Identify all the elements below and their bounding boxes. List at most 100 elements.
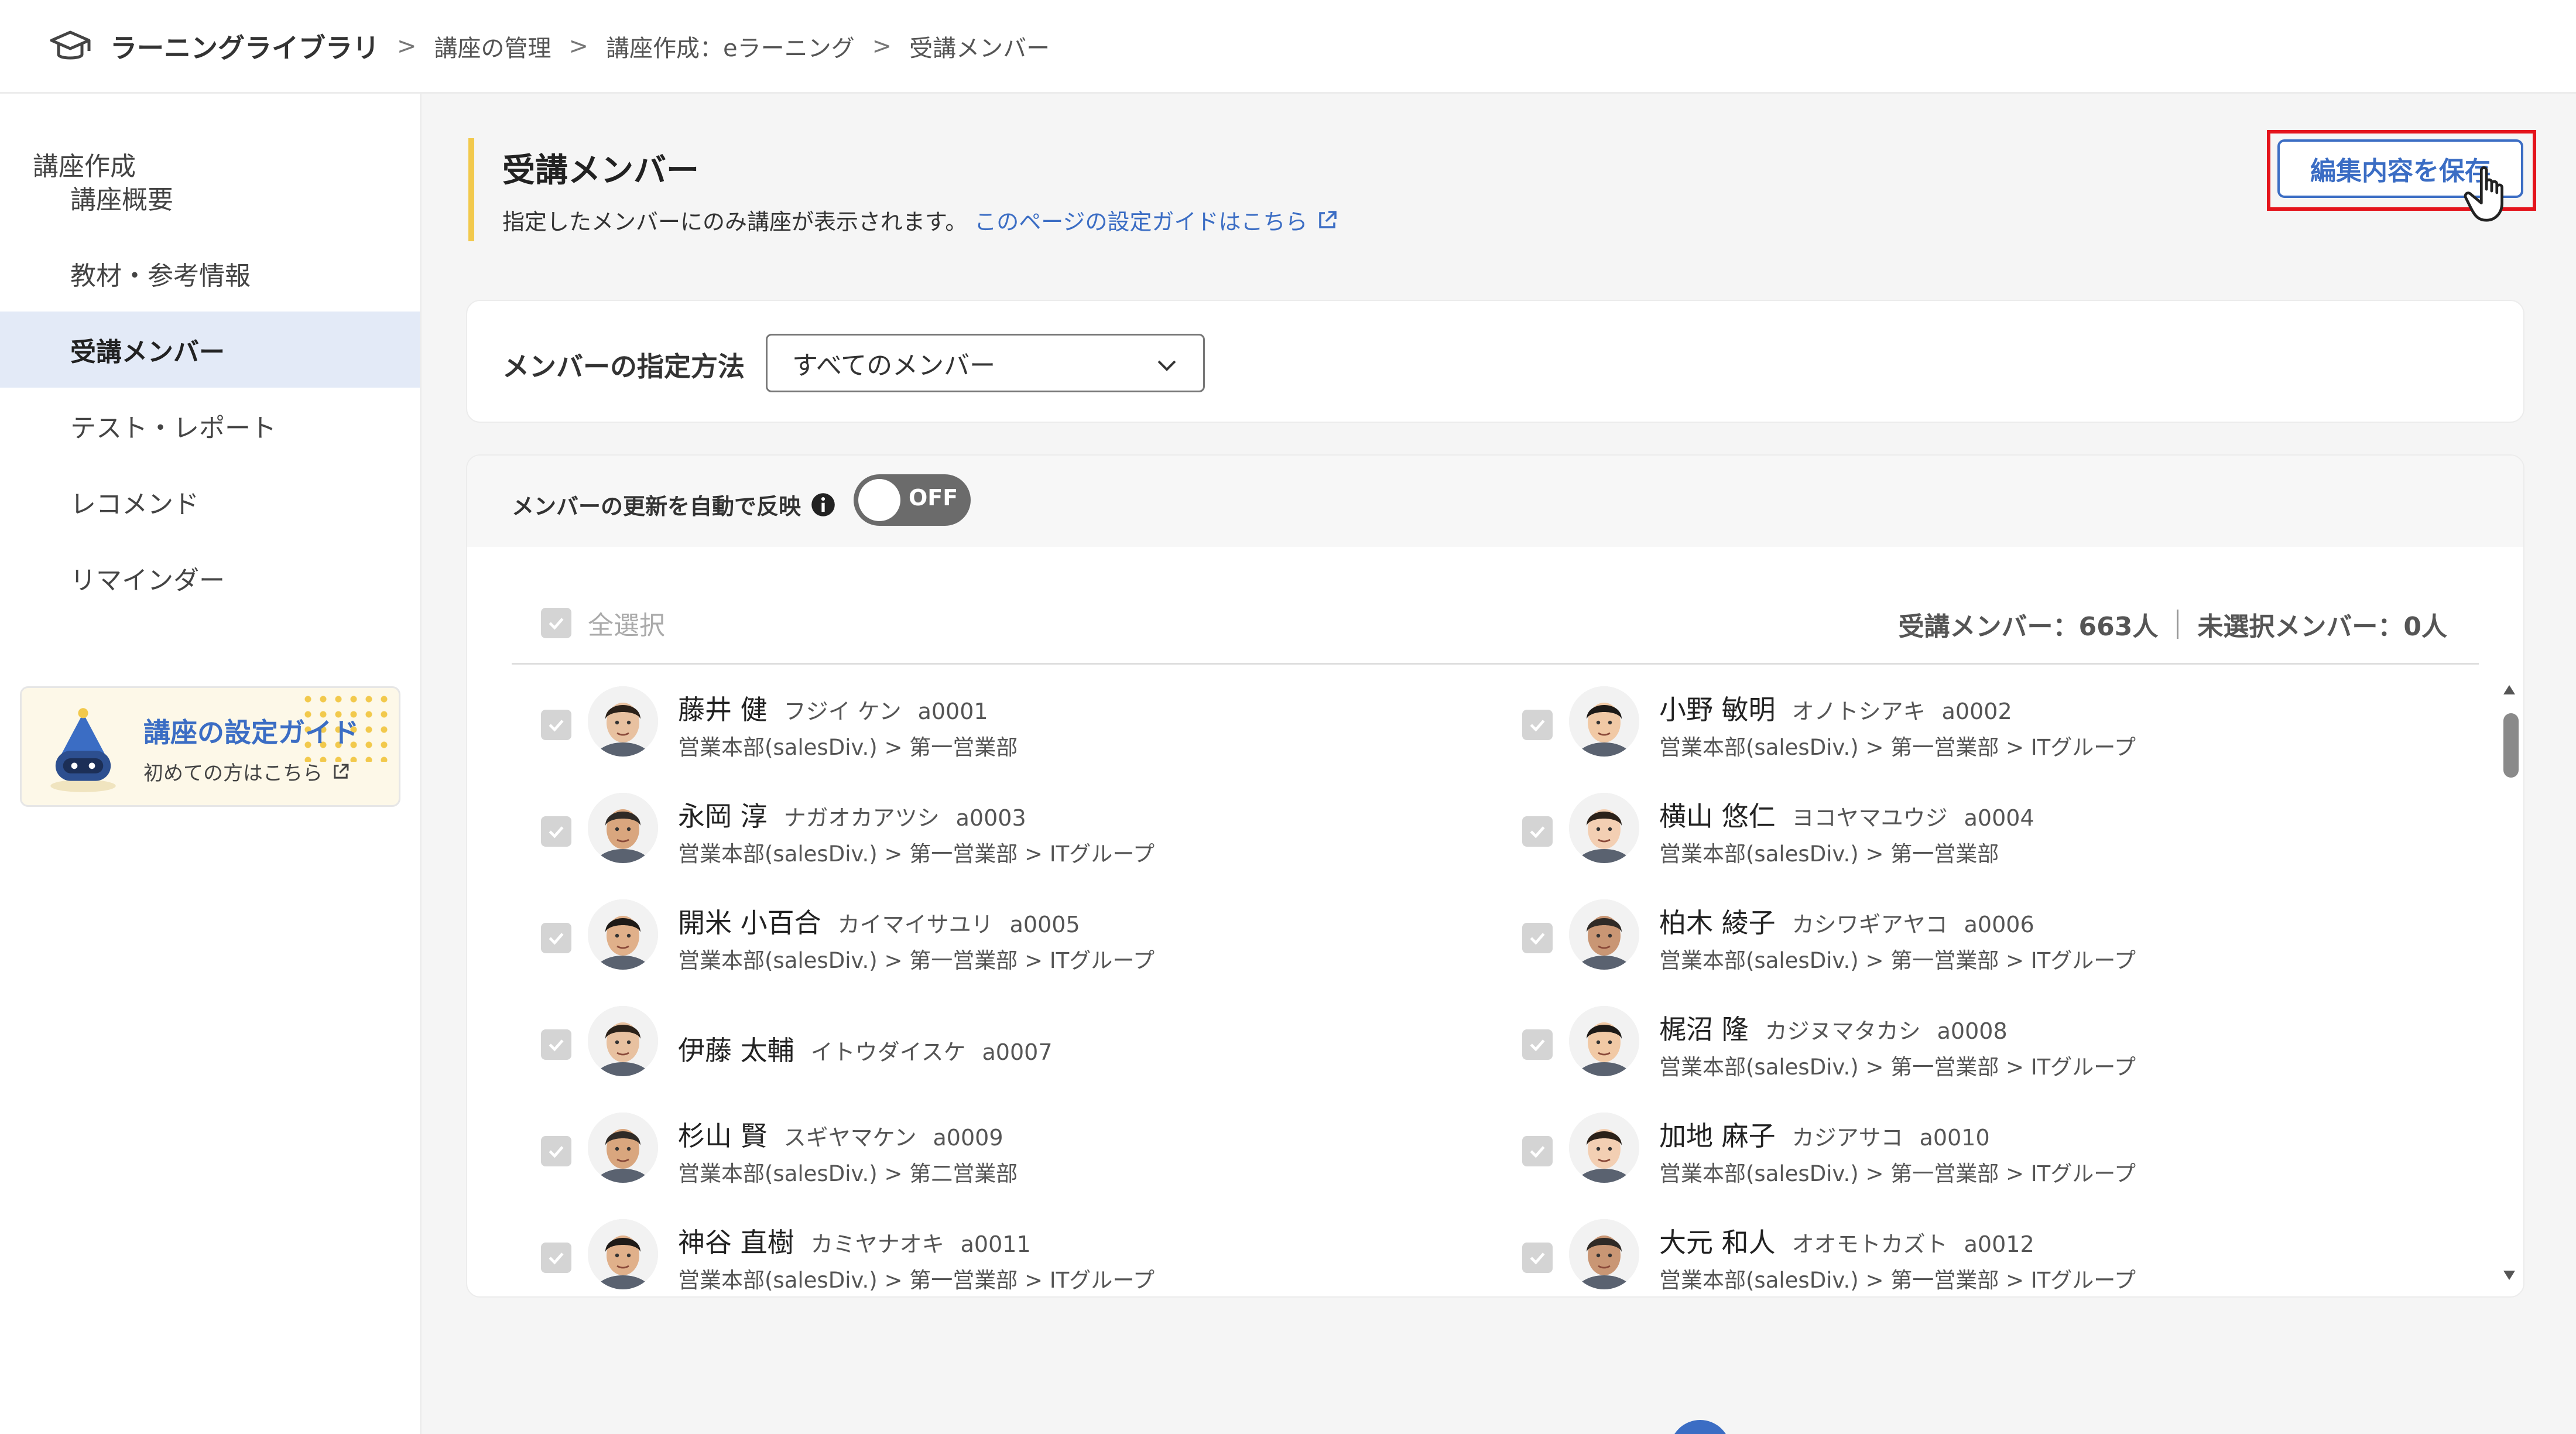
member-checkbox[interactable] <box>1522 1136 1553 1166</box>
guide-link[interactable]: このページの設定ガイドはこちら <box>974 204 1339 236</box>
title-accent-bar <box>468 138 474 241</box>
breadcrumb-course-management[interactable]: 講座の管理 <box>434 29 551 63</box>
member-id: a0012 <box>1964 1231 2034 1257</box>
avatar-image <box>588 1006 658 1076</box>
page-button[interactable]: 3 <box>1806 1420 1866 1434</box>
check-icon <box>1530 1252 1545 1265</box>
member-name-row: 梶沼 隆 カジヌマタカシ a0008 <box>1659 1008 2008 1047</box>
setup-guide-card[interactable]: 講座の設定ガイド 初めての方はこちら <box>20 686 400 807</box>
breadcrumb-course-create[interactable]: 講座作成：eラーニング <box>606 29 855 63</box>
member-row[interactable]: 柏木 綾子 カシワギアヤコ a0006 営業本部(salesDiv.) > 第一… <box>1493 891 2465 979</box>
member-row[interactable]: 神谷 直樹 カミヤナオキ a0011 営業本部(salesDiv.) > 第一営… <box>512 1211 1484 1296</box>
member-kana: スギヤマケン <box>783 1125 917 1151</box>
graduation-cap-icon[interactable] <box>47 23 94 70</box>
member-department: 営業本部(salesDiv.) > 第一営業部 > ITグループ <box>678 948 1155 973</box>
member-list-scrollbar[interactable] <box>2498 684 2521 1281</box>
member-kana: カシワギアヤコ <box>1791 912 1948 937</box>
page-button[interactable]: 7 <box>2077 1420 2138 1434</box>
next-page-button[interactable] <box>2145 1420 2192 1434</box>
sidebar-item-label: テスト・レポート <box>70 413 276 443</box>
select-all[interactable]: 全選択 <box>541 604 665 642</box>
member-name: 梶沼 隆 <box>1659 1014 1749 1045</box>
page-description-text: 指定したメンバーにのみ講座が表示されます。 <box>502 209 968 235</box>
member-checkbox[interactable] <box>541 923 571 953</box>
guide-link-text[interactable]: このページの設定ガイドはこちら <box>974 204 1307 236</box>
sidebar-item-members[interactable]: 受講メンバー <box>0 312 420 388</box>
member-checkbox[interactable] <box>1522 923 1553 953</box>
scroll-down-icon[interactable] <box>2502 1269 2516 1281</box>
external-link-icon[interactable] <box>1316 208 1339 232</box>
guide-title: 講座の設定ガイド <box>143 717 359 748</box>
member-method-select[interactable]: すべてのメンバー <box>766 334 1205 392</box>
member-checkbox[interactable] <box>1522 1243 1553 1273</box>
avatar-image <box>588 899 658 970</box>
page-button[interactable]: 1 <box>1670 1420 1731 1434</box>
avatar-image <box>588 793 658 863</box>
member-id: a0004 <box>1964 805 2034 831</box>
divider <box>2177 610 2179 639</box>
member-row[interactable]: 伊藤 太輔 イトウダイスケ a0007 <box>512 998 1484 1086</box>
member-checkbox[interactable] <box>541 710 571 740</box>
prev-page-button[interactable] <box>1616 1420 1663 1434</box>
check-icon <box>1530 933 1545 945</box>
sidebar-item-reminder[interactable]: リマインダー <box>0 540 420 616</box>
scroll-up-icon[interactable] <box>2502 684 2516 696</box>
member-checkbox[interactable] <box>1522 710 1553 740</box>
member-row[interactable]: 横山 悠仁 ヨコヤマユウジ a0004 営業本部(salesDiv.) > 第一… <box>1493 785 2465 872</box>
member-row[interactable]: 小野 敏明 オノトシアキ a0002 営業本部(salesDiv.) > 第一営… <box>1493 678 2465 766</box>
external-link-icon <box>334 764 349 779</box>
member-row[interactable]: 梶沼 隆 カジヌマタカシ a0008 営業本部(salesDiv.) > 第一営… <box>1493 998 2465 1086</box>
select-all-checkbox[interactable] <box>541 608 571 638</box>
sidebar-item-test-report[interactable]: テスト・レポート <box>0 388 420 464</box>
member-department: 営業本部(salesDiv.) > 第一営業部 <box>1659 841 1999 867</box>
toggle-state-label: OFF <box>909 485 958 511</box>
member-department: 営業本部(salesDiv.) > 第一営業部 > ITグループ <box>1659 1161 2136 1186</box>
page-button[interactable]: 2 <box>1738 1420 1799 1434</box>
member-name-row: 神谷 直樹 カミヤナオキ a0011 <box>678 1221 1031 1260</box>
member-name-row: 藤井 健 フジイ ケン a0001 <box>678 689 988 727</box>
member-name: 神谷 直樹 <box>678 1227 794 1258</box>
member-list: 藤井 健 フジイ ケン a0001 営業本部(salesDiv.) > 第一営業… <box>512 678 2491 1296</box>
member-name: 小野 敏明 <box>1659 694 1776 725</box>
avatar-image <box>1569 1113 1639 1183</box>
member-row[interactable]: 藤井 健 フジイ ケン a0001 営業本部(salesDiv.) > 第一営業… <box>512 678 1484 766</box>
sidebar-item-overview[interactable]: 講座概要 <box>0 159 420 235</box>
member-name: 横山 悠仁 <box>1659 800 1776 832</box>
avatar <box>1569 1219 1639 1289</box>
sidebar-item-recommend[interactable]: レコメンド <box>0 464 420 540</box>
member-checkbox[interactable] <box>541 1029 571 1060</box>
member-checkbox[interactable] <box>541 1136 571 1166</box>
member-name-row: 開米 小百合 カイマイサユリ a0005 <box>678 902 1080 940</box>
avatar-image <box>1569 686 1639 757</box>
member-row[interactable]: 開米 小百合 カイマイサユリ a0005 営業本部(salesDiv.) > 第… <box>512 891 1484 979</box>
member-name-row: 伊藤 太輔 イトウダイスケ a0007 <box>678 1029 1053 1068</box>
avatar-image <box>1569 793 1639 863</box>
page-button[interactable]: 4 <box>1873 1420 1934 1434</box>
page-button[interactable]: 5 <box>1941 1420 2002 1434</box>
scroll-thumb[interactable] <box>2503 713 2519 778</box>
avatar <box>588 899 658 970</box>
app-title[interactable]: ラーニングライブラリ <box>110 27 379 66</box>
member-id: a0005 <box>1009 912 1080 937</box>
member-row[interactable]: 杉山 賢 スギヤマケン a0009 営業本部(salesDiv.) > 第二営業… <box>512 1104 1484 1192</box>
member-name: 伊藤 太輔 <box>678 1035 794 1066</box>
member-checkbox[interactable] <box>541 816 571 847</box>
member-row[interactable]: 永岡 淳 ナガオカアツシ a0003 営業本部(salesDiv.) > 第一営… <box>512 785 1484 872</box>
avatar-image <box>1569 899 1639 970</box>
avatar <box>588 1219 658 1289</box>
member-id: a0002 <box>1941 699 2012 724</box>
sidebar-item-materials[interactable]: 教材・参考情報 <box>0 235 420 312</box>
member-kana: カミヤナオキ <box>810 1231 944 1257</box>
member-row[interactable]: 加地 麻子 カジアサコ a0010 営業本部(salesDiv.) > 第一営業… <box>1493 1104 2465 1192</box>
member-checkbox[interactable] <box>541 1243 571 1273</box>
page-description: 指定したメンバーにのみ講座が表示されます。 このページの設定ガイドはこちら <box>502 204 1339 236</box>
auto-update-toggle[interactable]: OFF <box>854 474 971 526</box>
auto-update-label-text: メンバーの更新を自動で反映 <box>512 494 801 519</box>
member-name: 杉山 賢 <box>678 1120 768 1152</box>
info-icon[interactable] <box>810 492 836 518</box>
page-button[interactable]: 6 <box>2009 1420 2070 1434</box>
member-checkbox[interactable] <box>1522 816 1553 847</box>
check-icon <box>549 826 564 839</box>
member-checkbox[interactable] <box>1522 1029 1553 1060</box>
member-row[interactable]: 大元 和人 オオモトカズト a0012 営業本部(salesDiv.) > 第一… <box>1493 1211 2465 1296</box>
